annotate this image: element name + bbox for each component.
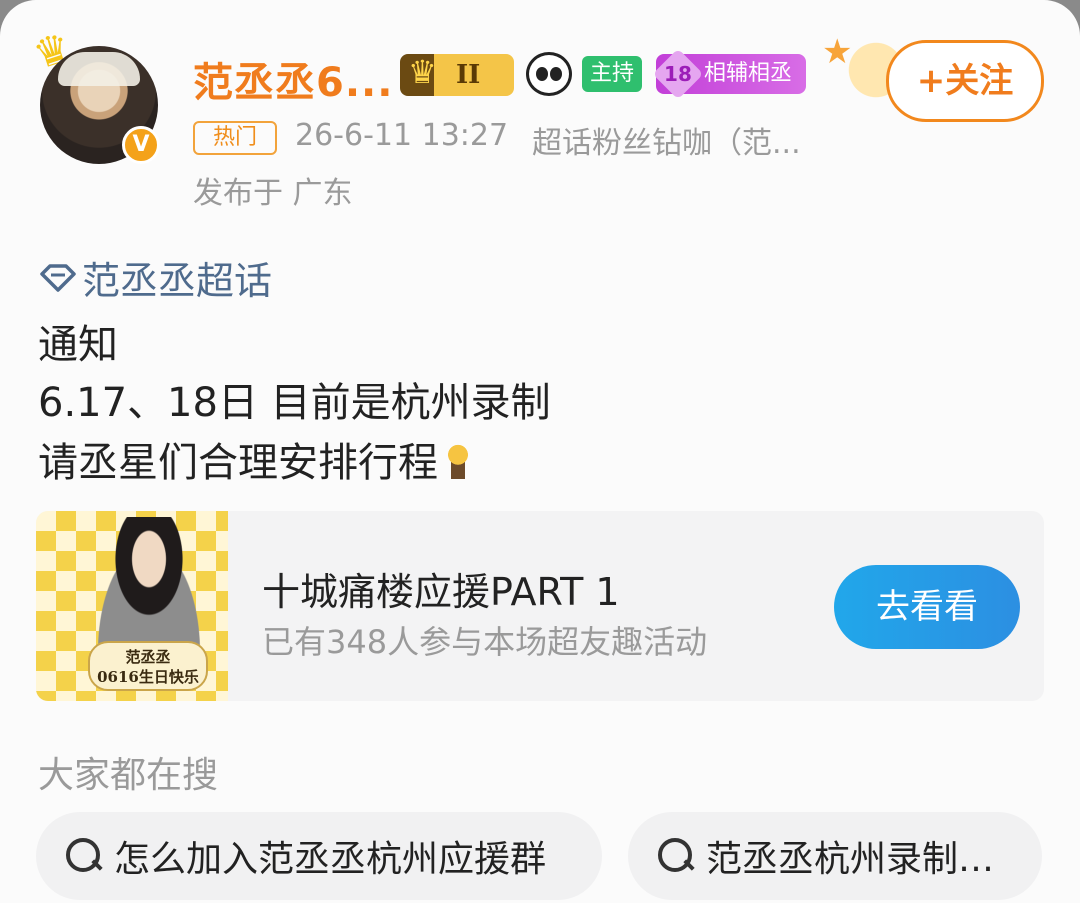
supertopic-label: 范丞丞超话 bbox=[82, 259, 273, 303]
host-badge[interactable]: 主持 bbox=[582, 56, 642, 92]
search-suggestion-chip[interactable]: 怎么加入范丞丞杭州应援群 bbox=[36, 812, 602, 900]
crown-icon: ♛ bbox=[408, 53, 437, 91]
fan-level-number: 18 bbox=[664, 62, 692, 86]
event-subtitle: 已有348人参与本场超友趣活动 bbox=[262, 623, 708, 661]
diamond-icon bbox=[40, 263, 76, 292]
event-card[interactable]: 范丞丞 0616生日快乐 十城痛楼应援PART 1 已有348人参与本场超友趣活… bbox=[36, 511, 1044, 701]
search-suggestion-text: 怎么加入范丞丞杭州应援群 bbox=[114, 839, 547, 880]
search-icon bbox=[64, 836, 104, 876]
search-section-title: 大家都在搜 bbox=[38, 755, 219, 796]
post-time: 26-6-11 13:27 bbox=[295, 118, 509, 153]
post-text-line: 请丞星们合理安排行程 bbox=[38, 430, 476, 488]
post-text-line: 6.17、18日 目前是杭州录制 bbox=[38, 380, 551, 426]
thumbnail-caption-line: 范丞丞 bbox=[125, 648, 171, 666]
lightbulb-person-emoji-icon bbox=[440, 442, 476, 482]
go-see-button[interactable]: 去看看 bbox=[834, 565, 1020, 649]
event-title: 十城痛楼应援PART 1 bbox=[262, 570, 620, 614]
search-suggestion-text: 范丞丞杭州录制… bbox=[706, 839, 995, 880]
verified-v-icon: V bbox=[122, 126, 160, 164]
post-source[interactable]: 超话粉丝钻咖（范... bbox=[532, 118, 801, 162]
search-suggestion-chip[interactable]: 范丞丞杭州录制… bbox=[628, 812, 1042, 900]
thumbnail-caption: 范丞丞 0616生日快乐 bbox=[88, 641, 208, 691]
post-location: 发布于 广东 bbox=[193, 176, 353, 211]
post-text: 请丞星们合理安排行程 bbox=[38, 440, 438, 486]
thumbnail-caption-line: 0616生日快乐 bbox=[97, 668, 199, 686]
search-icon bbox=[656, 836, 696, 876]
avatar-area[interactable]: ♛ V bbox=[28, 24, 170, 170]
post-card: ♛ V 范丞丞6... II ♛ 主持 相辅相丞 18 ★ +关注 热门 26-… bbox=[0, 0, 1080, 903]
event-thumbnail: 范丞丞 0616生日快乐 bbox=[36, 511, 228, 701]
follow-button[interactable]: +关注 bbox=[886, 40, 1044, 122]
username[interactable]: 范丞丞6... bbox=[193, 50, 393, 108]
post-text-line: 通知 bbox=[38, 322, 118, 368]
supertopic-link[interactable]: 范丞丞超话 bbox=[38, 250, 272, 305]
panda-icon[interactable] bbox=[526, 52, 572, 96]
hot-tag: 热门 bbox=[193, 121, 277, 155]
